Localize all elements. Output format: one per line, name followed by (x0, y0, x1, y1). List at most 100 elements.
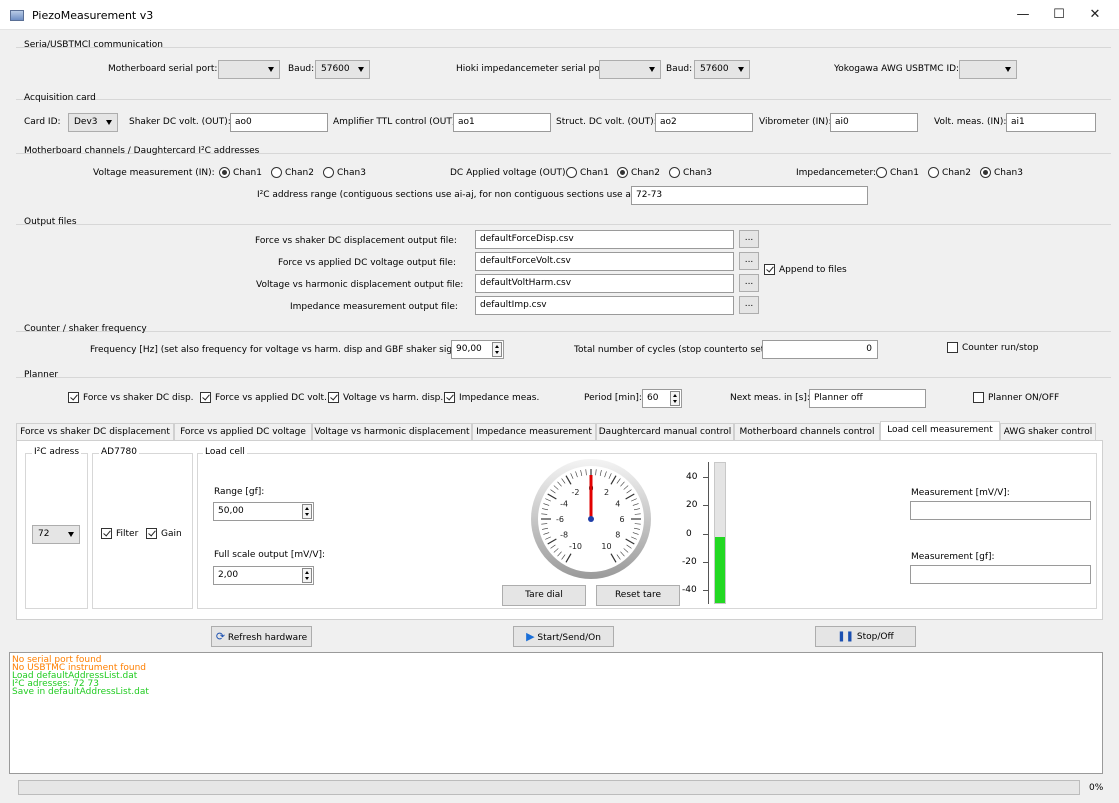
file-label-forcedisp: Force vs shaker DC displacement output f… (255, 236, 457, 246)
meas-mv-field[interactable] (910, 501, 1091, 520)
dial-hub (588, 516, 594, 522)
shaker-out-field[interactable]: ao0 (230, 113, 328, 132)
spin-arrows-icon[interactable] (670, 391, 680, 406)
hioki-baud-combo[interactable]: 57600 (694, 60, 750, 79)
planner-onoff-checkbox[interactable] (973, 392, 984, 403)
next-meas-field[interactable]: Planner off (809, 389, 926, 408)
cycles-label: Total number of cycles (stop counterto s… (574, 345, 771, 355)
planner-voltharm-checkbox[interactable] (328, 392, 339, 403)
vibrometer-label: Vibrometer (IN): (759, 117, 832, 127)
close-button[interactable]: ✕ (1078, 0, 1112, 30)
tab-force-disp[interactable]: Force vs shaker DC displacement (16, 423, 174, 440)
log-line: Save in defaultAddressList.dat (12, 687, 149, 697)
tab-force-volt[interactable]: Force vs applied DC voltage (174, 423, 312, 440)
planner-forcedisp-checkbox[interactable] (68, 392, 79, 403)
gain-label: Gain (161, 529, 182, 539)
minimize-button[interactable]: — (1006, 0, 1040, 30)
bar-tick-label: -40 (682, 585, 697, 595)
imp-chan1-radio[interactable] (876, 167, 887, 178)
counter-legend: Counter / shaker frequency (24, 324, 147, 334)
file-field-forcevolt[interactable]: defaultForceVolt.csv (475, 252, 734, 271)
cycles-field[interactable]: 0 (762, 340, 878, 359)
dial-tick-label: -6 (556, 515, 564, 524)
vm-chan3-radio[interactable] (323, 167, 334, 178)
planner-forcevolt-checkbox[interactable] (200, 392, 211, 403)
volt-meas-field[interactable]: ai1 (1006, 113, 1096, 132)
start-label: Start/Send/On (537, 633, 601, 643)
browse-button-voltharm[interactable]: ... (739, 274, 759, 292)
refresh-hardware-button[interactable]: ⟳ Refresh hardware (211, 626, 312, 647)
loadcell-legend: Load cell (203, 447, 247, 457)
filter-checkbox[interactable] (101, 528, 112, 539)
browse-button-forcevolt[interactable]: ... (739, 252, 759, 270)
maximize-button[interactable]: ☐ (1042, 0, 1076, 30)
tab-motherboard[interactable]: Motherboard channels control (734, 423, 880, 440)
struct-dc-field[interactable]: ao2 (655, 113, 753, 132)
reset-tare-button[interactable]: Reset tare (596, 585, 680, 606)
tab-daughtercard[interactable]: Daughtercard manual control (596, 423, 734, 440)
start-button[interactable]: ▶ Start/Send/On (513, 626, 614, 647)
hioki-port-combo[interactable] (599, 60, 661, 79)
period-spinbox[interactable]: 60 (642, 389, 682, 408)
log-console[interactable]: No serial port found No USBTMC instrumen… (9, 652, 1103, 774)
dc-chan2-radio[interactable] (617, 167, 628, 178)
vm-chan2-radio[interactable] (271, 167, 282, 178)
chevron-down-icon (738, 67, 744, 72)
card-id-combo[interactable]: Dev3 (68, 113, 118, 132)
vibrometer-field[interactable]: ai0 (830, 113, 918, 132)
filter-label: Filter (116, 529, 139, 539)
browse-button-imp[interactable]: ... (739, 296, 759, 314)
dial-tick-label: 10 (601, 542, 611, 551)
counter-run-checkbox[interactable] (947, 342, 958, 353)
tare-dial-button[interactable]: Tare dial (502, 585, 586, 606)
dc-applied-label: DC Applied voltage (OUT): (450, 168, 569, 178)
dc-chan3-radio[interactable] (669, 167, 680, 178)
chevron-down-icon (1005, 67, 1011, 72)
shaker-out-label: Shaker DC volt. (OUT): (129, 117, 231, 127)
bar-tick-label: 0 (686, 528, 692, 539)
tab-volt-harm[interactable]: Voltage vs harmonic displacement (312, 423, 472, 440)
meas-gf-field[interactable] (910, 565, 1091, 584)
bar-tick-label: 40 (686, 472, 698, 482)
log-line: No USBTMC instrument found (12, 663, 147, 673)
load-dial: -10-8-6-4-20246810 (531, 459, 651, 579)
imp-chan3-radio[interactable] (980, 167, 991, 178)
planner-imp-checkbox[interactable] (444, 392, 455, 403)
dc-chan1-radio[interactable] (566, 167, 577, 178)
tab-loadcell[interactable]: Load cell measurement (880, 421, 1000, 440)
i2c-range-field[interactable]: 72-73 (631, 186, 868, 205)
tab-awg[interactable]: AWG shaker control (1000, 423, 1096, 440)
amp-ttl-label: Amplifier TTL control (OUT): (333, 117, 459, 127)
amp-ttl-field[interactable]: ao1 (453, 113, 551, 132)
mb-port-combo[interactable] (218, 60, 280, 79)
i2c-adress-combo[interactable]: 72 (32, 525, 80, 544)
file-field-voltharm[interactable]: defaultVoltHarm.csv (475, 274, 734, 293)
planner-voltharm-label: Voltage vs harm. disp. (343, 393, 444, 403)
fso-spinbox[interactable]: 2,00 (213, 566, 314, 585)
file-field-forcedisp[interactable]: defaultForceDisp.csv (475, 230, 734, 249)
vm-chan1-radio[interactable] (219, 167, 230, 178)
hioki-baud-label: Baud: (666, 64, 693, 74)
awg-combo[interactable] (959, 60, 1017, 79)
spin-arrows-icon[interactable] (302, 504, 312, 519)
app-icon (10, 10, 24, 21)
vm-label: Voltage measurement (IN): (93, 168, 215, 178)
file-label-forcevolt: Force vs applied DC voltage output file: (278, 258, 456, 268)
i2c-adress-legend: I²C adress (32, 447, 82, 457)
gain-checkbox[interactable] (146, 528, 157, 539)
append-checkbox[interactable] (764, 264, 775, 275)
planner-onoff-label: Planner ON/OFF (988, 393, 1060, 403)
browse-button-forcedisp[interactable]: ... (739, 230, 759, 248)
stop-button[interactable]: ❚❚ Stop/Off (815, 626, 916, 647)
bar-tick (703, 590, 708, 591)
i2c-range-label: I²C address range (contiguous sections u… (257, 190, 654, 200)
spin-arrows-icon[interactable] (302, 568, 312, 583)
file-field-imp[interactable]: defaultImp.csv (475, 296, 734, 315)
spin-arrows-icon[interactable] (492, 342, 502, 357)
imp-chan2-radio[interactable] (928, 167, 939, 178)
tab-impedance[interactable]: Impedance measurement (472, 423, 596, 440)
frequency-spinbox[interactable]: 90,00 (451, 340, 504, 359)
refresh-icon: ⟳ (215, 630, 226, 643)
range-spinbox[interactable]: 50,00 (213, 502, 314, 521)
mb-baud-combo[interactable]: 57600 (315, 60, 370, 79)
